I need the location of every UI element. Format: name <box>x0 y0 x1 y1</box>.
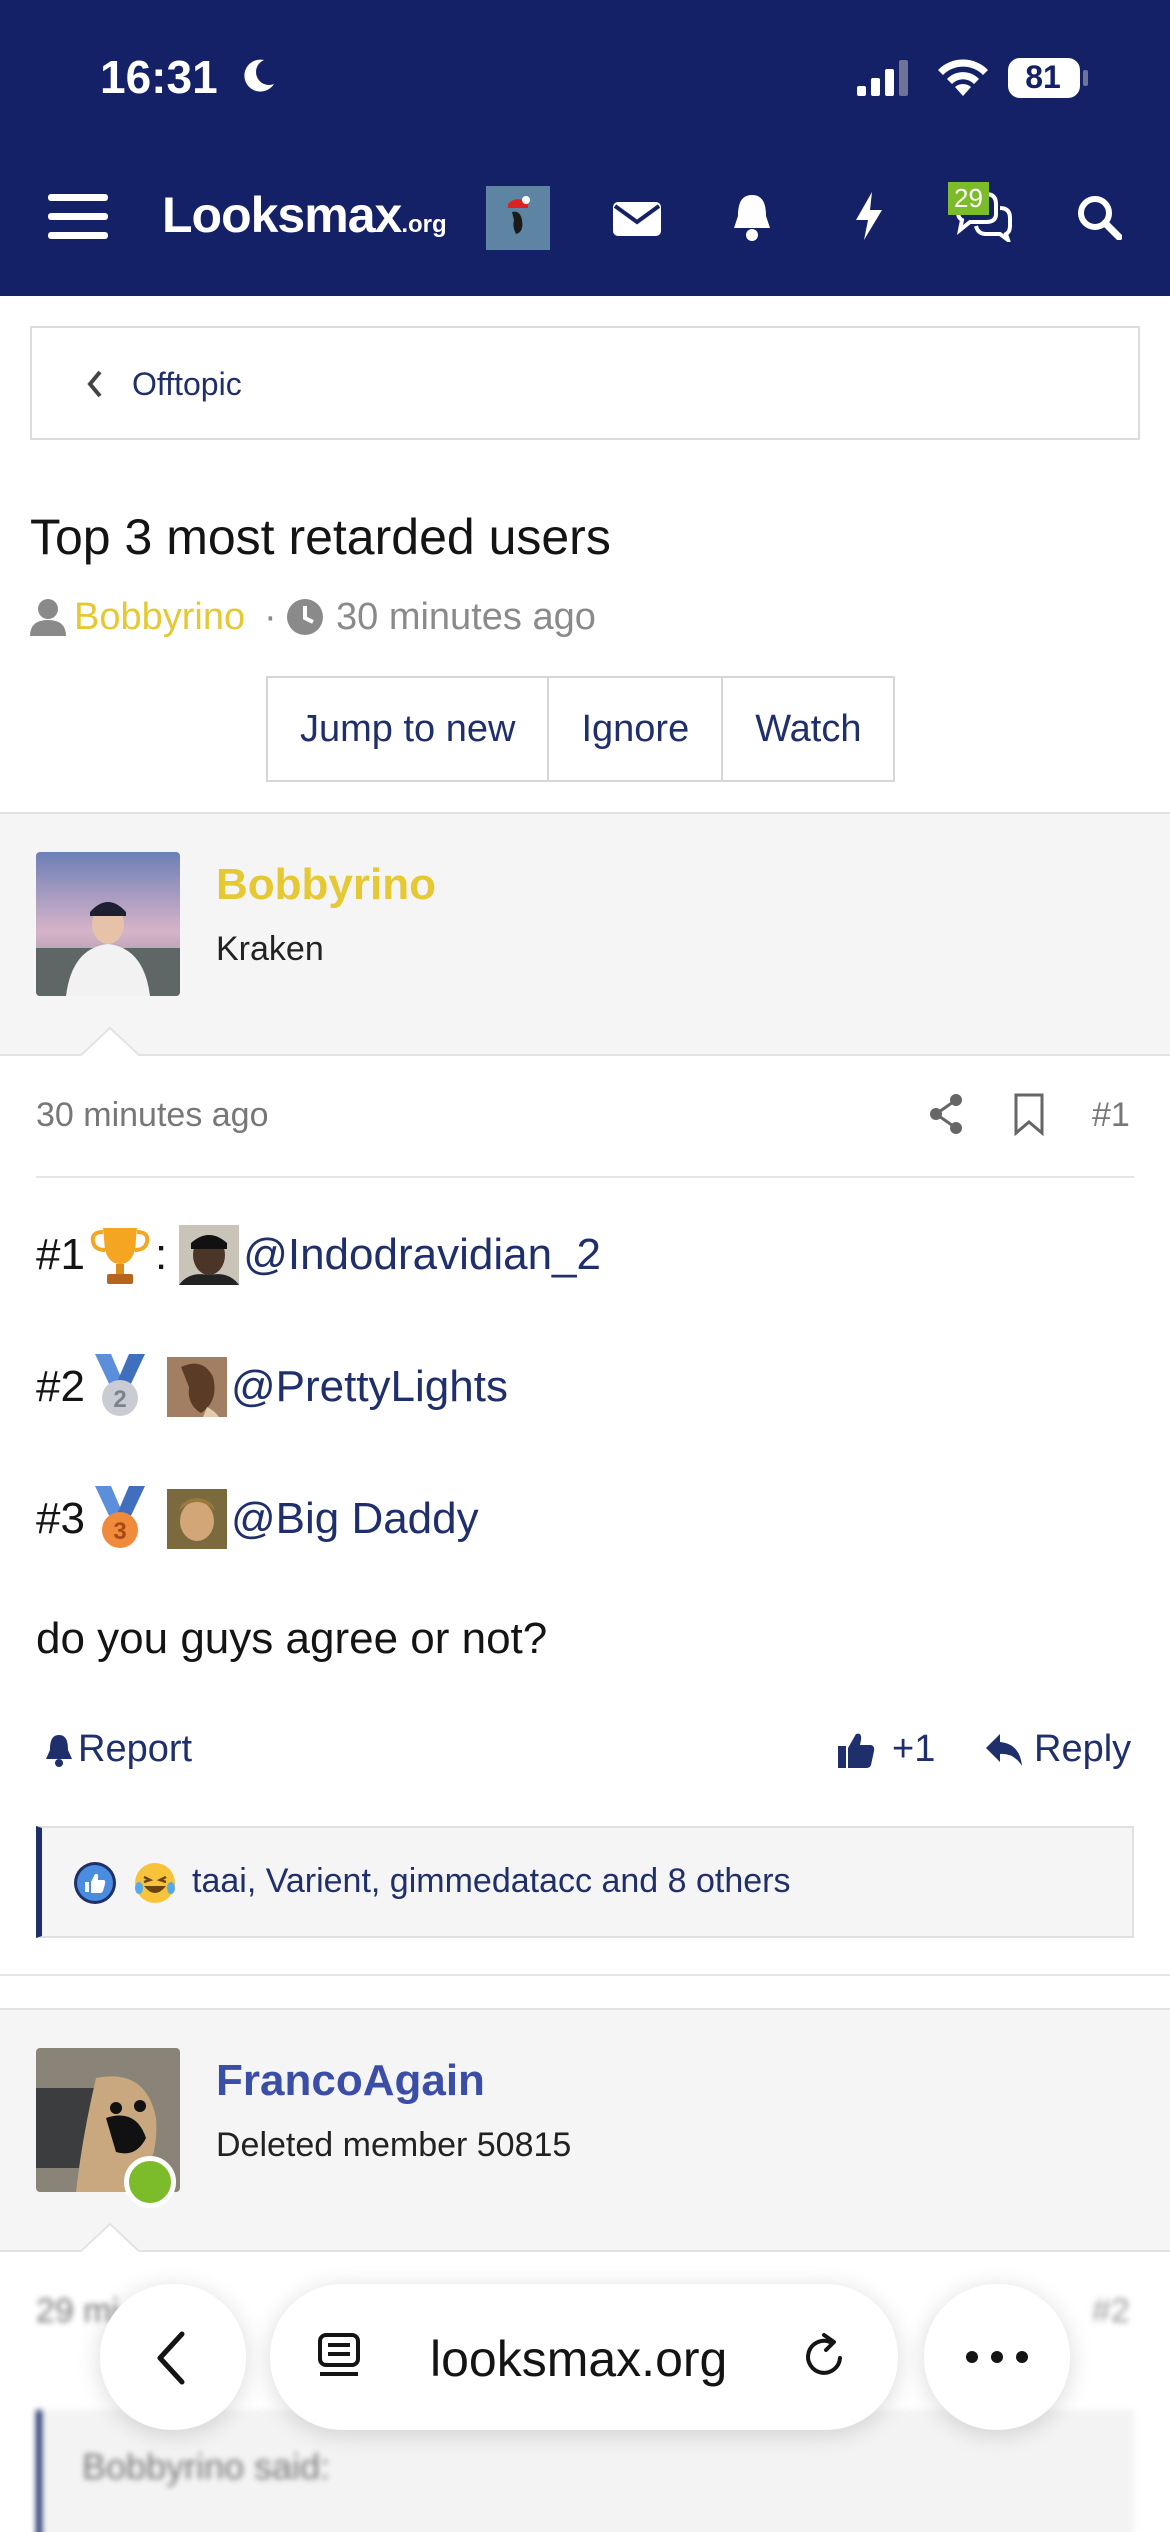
chevron-left-icon <box>87 370 102 398</box>
signal-icon <box>857 60 908 96</box>
mention-link[interactable]: @PrettyLights <box>231 1362 508 1412</box>
clock-icon <box>287 599 323 635</box>
reply-icon <box>986 1733 1022 1766</box>
report-button[interactable]: Report <box>44 1728 192 1771</box>
post-1-user-title: Kraken <box>216 930 324 968</box>
thread-time: 30 minutes ago <box>336 596 596 638</box>
bell-icon <box>46 1734 72 1767</box>
laughing-reaction-icon <box>135 1863 175 1903</box>
post-arrow <box>80 2222 140 2252</box>
conversations-badge: 29 <box>948 182 989 215</box>
mention-link[interactable]: @Big Daddy <box>231 1494 479 1544</box>
divider <box>36 1176 1134 1178</box>
top-nav-bar: 16:31 81 Looksmax.org 29 <box>0 0 1170 296</box>
jump-to-new-button[interactable]: Jump to new <box>268 678 550 780</box>
report-label: Report <box>78 1728 193 1770</box>
bookmark-icon[interactable] <box>1012 1092 1046 1136</box>
watch-button[interactable]: Watch <box>723 678 894 780</box>
reactions-list[interactable]: taai, Varient, gimmedatacc and 8 others <box>192 1862 790 1901</box>
mention-avatar <box>166 1489 227 1549</box>
trophy-icon <box>90 1228 150 1284</box>
post-1-date[interactable]: 30 minutes ago <box>36 1096 269 1135</box>
mention-avatar <box>166 1357 227 1417</box>
browser-back-button[interactable] <box>100 2284 246 2430</box>
reload-icon[interactable] <box>800 2332 850 2382</box>
breadcrumb-label[interactable]: Offtopic <box>132 366 242 403</box>
quote-attribution: Bobbyrino said: <box>82 2446 331 2487</box>
logo-text: Looksmax <box>162 187 402 243</box>
post-arrow <box>80 1026 140 1056</box>
mention-link[interactable]: @Indodravidian_2 <box>243 1230 601 1280</box>
more-icon <box>966 2351 1028 2363</box>
search-icon[interactable] <box>1076 194 1122 240</box>
lightning-icon[interactable] <box>852 190 886 242</box>
thread-actions: Jump to new Ignore Watch <box>266 676 896 782</box>
post-1-avatar[interactable] <box>36 852 180 996</box>
ranking-row: #2 2 @PrettyLights <box>36 1352 508 1422</box>
user-avatar-icon[interactable] <box>486 186 550 250</box>
like-button[interactable]: +1 <box>836 1728 935 1771</box>
address-bar[interactable]: looksmax.org <box>270 2284 898 2430</box>
browser-more-button[interactable] <box>924 2284 1070 2430</box>
logo-suffix: .org <box>401 211 447 238</box>
tab-overview-icon <box>318 2333 360 2376</box>
thread-author[interactable]: Bobbyrino <box>74 596 245 639</box>
post-2-user-title: Deleted member 50815 <box>216 2126 572 2164</box>
rank-suffix: : <box>154 1230 168 1279</box>
ranking-row: #3 3 @Big Daddy <box>36 1484 479 1554</box>
post-1-text: do you guys agree or not? <box>36 1614 548 1663</box>
moon-icon <box>244 59 274 92</box>
hamburger-menu-icon[interactable] <box>48 192 108 242</box>
ranking-row: #1 : @Indodravidian_2 <box>36 1220 601 1290</box>
rank-number: #1 <box>36 1230 85 1279</box>
thumbs-up-icon <box>838 1733 875 1768</box>
post-2-username[interactable]: FrancoAgain <box>216 2056 485 2106</box>
envelope-icon[interactable] <box>612 198 662 238</box>
post-1-user-block: Bobbyrino Kraken <box>0 812 1170 1056</box>
silver-medal-icon: 2 <box>94 1354 145 1416</box>
online-status-indicator <box>124 2156 176 2208</box>
reply-label: Reply <box>1034 1728 1132 1770</box>
bell-icon[interactable] <box>730 192 774 242</box>
site-logo[interactable]: Looksmax.org <box>162 186 447 244</box>
battery-level: 81 <box>1025 59 1061 95</box>
meta-separator: · <box>264 596 277 638</box>
rank-number: #2 <box>36 1362 85 1411</box>
post-2-user-block: FrancoAgain Deleted member 50815 <box>0 2008 1170 2252</box>
rank-number: #3 <box>36 1494 85 1543</box>
breadcrumb[interactable]: Offtopic <box>30 326 1140 440</box>
post-1-number[interactable]: #1 <box>1092 1096 1130 1135</box>
post-1-username[interactable]: Bobbyrino <box>216 860 436 910</box>
wifi-icon <box>938 59 988 96</box>
like-label: +1 <box>892 1728 936 1770</box>
post-2-number: #2 <box>1092 2292 1130 2330</box>
mention-avatar <box>179 1225 240 1285</box>
like-reaction-icon <box>74 1862 116 1904</box>
status-time: 16:31 <box>100 51 218 103</box>
share-icon[interactable] <box>926 1092 966 1136</box>
bronze-medal-icon: 3 <box>94 1486 145 1548</box>
post-separator <box>0 1974 1170 1976</box>
reactions-bar[interactable]: taai, Varient, gimmedatacc and 8 others <box>36 1826 1134 1938</box>
thread-title: Top 3 most retarded users <box>30 509 611 565</box>
svg-text:2: 2 <box>113 1386 126 1413</box>
user-icon <box>30 599 66 636</box>
chevron-left-icon <box>157 2331 185 2385</box>
reply-button[interactable]: Reply <box>984 1728 1131 1771</box>
url-text[interactable]: looksmax.org <box>430 2330 727 2388</box>
svg-text:3: 3 <box>113 1518 126 1545</box>
ignore-button[interactable]: Ignore <box>549 678 724 780</box>
